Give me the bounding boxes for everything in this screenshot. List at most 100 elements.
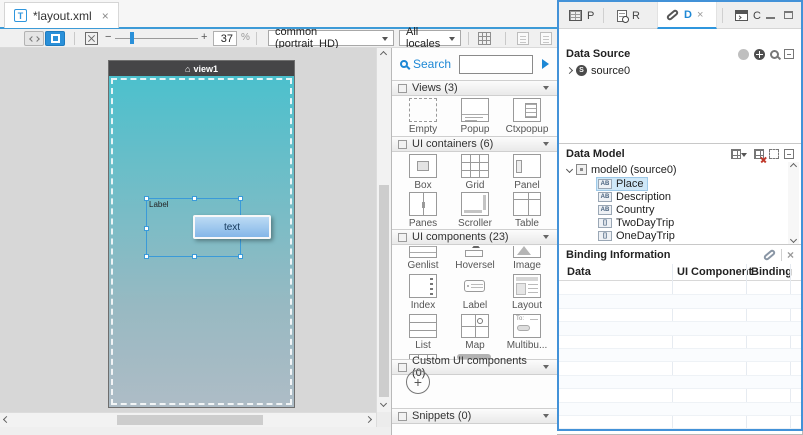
components-scroll-area[interactable]: Genlist Hoversel Image Index xyxy=(392,246,557,359)
palette-item-genlist[interactable]: Genlist xyxy=(397,246,449,271)
palette-item-layout[interactable]: Layout xyxy=(501,274,553,311)
selection-handle[interactable] xyxy=(144,226,149,231)
view-body[interactable]: Label text xyxy=(109,76,294,407)
scroll-up-icon[interactable] xyxy=(380,51,387,58)
design-view-button[interactable] xyxy=(45,31,65,46)
selection-handle[interactable] xyxy=(144,196,149,201)
column-header-data[interactable]: Data xyxy=(567,266,591,278)
canvas-horizontal-scrollbar[interactable] xyxy=(0,412,376,427)
palette-item-list[interactable]: List xyxy=(397,314,449,351)
chevron-right-icon[interactable] xyxy=(566,67,573,74)
selection-handle[interactable] xyxy=(238,254,243,259)
palette-item-index[interactable]: Index xyxy=(397,274,449,311)
selection-handle[interactable] xyxy=(192,254,197,259)
column-header-binding[interactable]: Binding xyxy=(751,266,792,278)
selection-handle[interactable] xyxy=(144,254,149,259)
category-ui-containers[interactable]: UI containers (6) xyxy=(392,136,557,152)
palette-item-label[interactable]: Label xyxy=(449,274,501,311)
zoom-out-icon[interactable]: − xyxy=(105,31,111,43)
collapse-all-icon[interactable] xyxy=(784,149,794,159)
tab-console[interactable]: C xyxy=(727,2,769,29)
palette-item-grid[interactable]: Grid xyxy=(449,154,501,191)
palette-item-popup[interactable]: Popup xyxy=(449,98,501,135)
tab-data-binding[interactable]: D × xyxy=(657,2,717,29)
components-items-row3: List Map To: Multibu... xyxy=(392,314,557,351)
selection-handle[interactable] xyxy=(238,196,243,201)
field-name: Country xyxy=(616,204,655,216)
source-view-button[interactable] xyxy=(24,31,44,46)
locale-dropdown[interactable]: All locales xyxy=(399,30,461,46)
tree-item-model0[interactable]: model0 (source0) xyxy=(559,163,785,176)
scroll-down-icon[interactable] xyxy=(790,236,797,243)
search-input[interactable] xyxy=(459,55,533,74)
collapse-all-icon[interactable] xyxy=(784,49,794,59)
scroller-icon xyxy=(461,192,489,216)
phone-preview[interactable]: ⌂ view1 Label text xyxy=(108,60,295,408)
preview-source-icon[interactable] xyxy=(770,50,779,59)
design-canvas[interactable]: ⌂ view1 Label text xyxy=(0,48,376,412)
view-header: ⌂ view1 xyxy=(109,61,294,76)
add-data-source-icon[interactable] xyxy=(754,49,765,60)
profile-dropdown[interactable]: common (portrait_HD) xyxy=(268,30,394,46)
palette-item-box[interactable]: Box xyxy=(397,154,449,191)
expand-all-icon[interactable] xyxy=(769,149,779,159)
collapse-arrow-icon[interactable] xyxy=(543,414,549,418)
palette-item-scroller[interactable]: Scroller xyxy=(449,192,501,229)
tree-item-place[interactable]: AB Place xyxy=(559,177,785,190)
zoom-slider-thumb[interactable] xyxy=(130,32,134,44)
data-model-scrollbar[interactable] xyxy=(788,162,799,244)
scroll-down-icon[interactable] xyxy=(380,400,387,407)
tree-item-description[interactable]: AB Description xyxy=(559,190,785,203)
button-component[interactable]: text xyxy=(193,215,271,239)
tab-layout-xml[interactable]: T *layout.xml × xyxy=(4,2,119,28)
paperclip-icon[interactable] xyxy=(763,249,777,262)
close-icon[interactable]: × xyxy=(787,248,794,262)
chevron-down-icon[interactable] xyxy=(566,166,573,173)
grid-toggle-icon[interactable] xyxy=(478,32,491,45)
palette-item-table[interactable]: Table xyxy=(501,192,553,229)
tab-close-icon[interactable]: × xyxy=(697,9,703,21)
category-snippets[interactable]: Snippets (0) xyxy=(392,408,557,424)
collapse-arrow-icon[interactable] xyxy=(543,235,549,239)
palette-item-multibutton[interactable]: To: Multibu... xyxy=(501,314,553,351)
column-header-ui-component[interactable]: UI Component xyxy=(677,266,752,278)
collapse-arrow-icon[interactable] xyxy=(543,86,549,90)
scroll-up-icon[interactable] xyxy=(790,163,797,170)
search-run-icon[interactable] xyxy=(542,59,549,69)
tree-item-onedaytrip[interactable]: [] OneDayTrip xyxy=(559,229,785,242)
category-ui-components[interactable]: UI components (23) xyxy=(392,229,557,245)
add-custom-component-button[interactable]: + xyxy=(406,370,430,394)
tree-item-country[interactable]: AB Country xyxy=(559,203,785,216)
zoom-slider-track[interactable] xyxy=(115,38,198,39)
tree-item-twodaytrip[interactable]: [] TwoDayTrip xyxy=(559,216,785,229)
collapse-arrow-icon[interactable] xyxy=(543,365,549,369)
category-views[interactable]: Views (3) xyxy=(392,80,557,96)
palette-item-panes[interactable]: Panes xyxy=(397,192,449,229)
collapse-arrow-icon[interactable] xyxy=(543,142,549,146)
palette-item-hoversel[interactable]: Hoversel xyxy=(449,246,501,271)
horizontal-scroll-thumb[interactable] xyxy=(117,415,263,425)
selection-handle[interactable] xyxy=(192,196,197,201)
palette-item-image[interactable]: Image xyxy=(501,246,553,271)
add-model-icon[interactable] xyxy=(731,149,741,159)
tab-close-icon[interactable]: × xyxy=(102,9,109,23)
tab-resources[interactable]: R xyxy=(609,2,648,29)
tree-item-source0[interactable]: S source0 xyxy=(559,64,785,77)
palette-item-empty[interactable]: Empty xyxy=(397,98,449,135)
selected-field[interactable]: AB Place xyxy=(597,178,647,190)
scroll-right-icon[interactable] xyxy=(365,416,372,423)
palette-item-map[interactable]: Map xyxy=(449,314,501,351)
palette-item-panel[interactable]: Panel xyxy=(501,154,553,191)
scroll-left-icon[interactable] xyxy=(3,416,10,423)
minimize-icon[interactable] xyxy=(766,11,775,19)
fit-to-window-icon[interactable] xyxy=(85,32,98,45)
canvas-vertical-scrollbar[interactable] xyxy=(376,48,391,412)
maximize-icon[interactable] xyxy=(784,11,793,19)
zoom-in-icon[interactable]: + xyxy=(201,31,207,43)
palette-item-ctxpopup[interactable]: Ctxpopup xyxy=(501,98,553,135)
vertical-scroll-thumb[interactable] xyxy=(379,185,389,397)
tab-properties[interactable]: P xyxy=(561,2,602,29)
zoom-value-input[interactable]: 37 xyxy=(213,31,237,46)
remove-model-icon[interactable] xyxy=(754,149,764,159)
design-toolbar: − + 37 % common (portrait_HD) All locale… xyxy=(0,29,557,48)
